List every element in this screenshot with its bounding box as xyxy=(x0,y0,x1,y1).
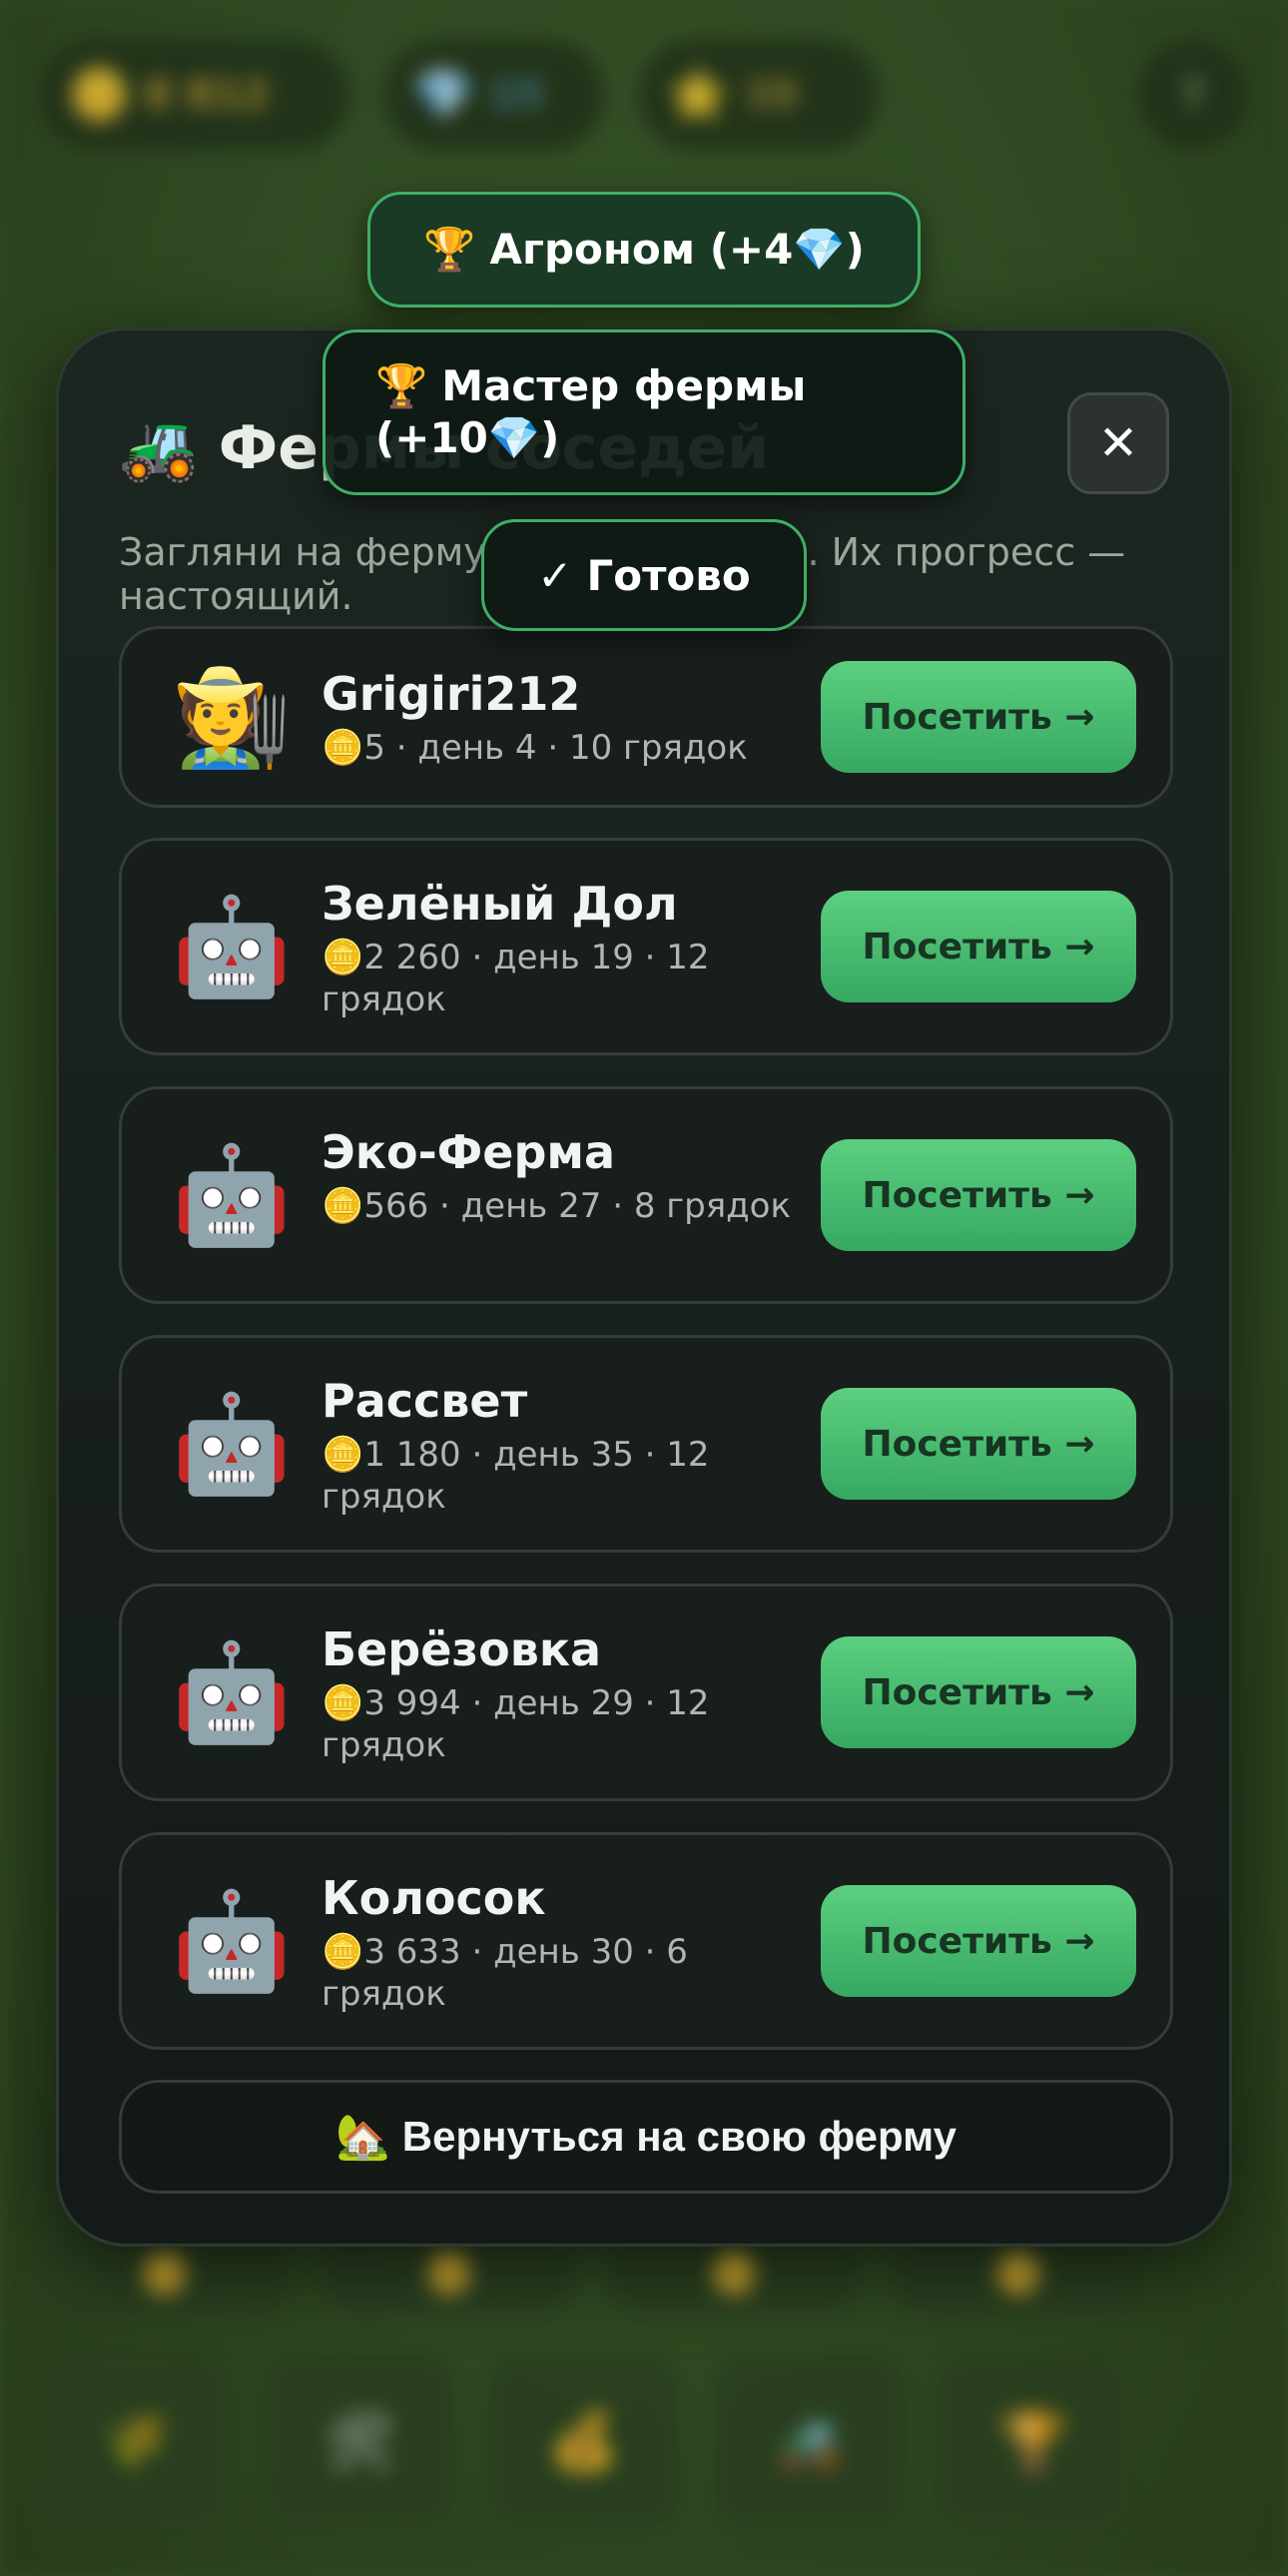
farm-name: Берёзовка xyxy=(322,1622,602,1676)
farm-card: 🤖 Колосок 🪙3 633 · день 30 · 6 грядок По… xyxy=(119,1832,1173,2050)
checkmark-icon: ✓ xyxy=(537,550,573,600)
close-button[interactable]: ✕ xyxy=(1067,392,1169,494)
robot-icon: 🤖 xyxy=(172,1636,292,1748)
visit-button[interactable]: Посетить → xyxy=(821,1636,1136,1748)
return-home-label: Вернуться на свою ферму xyxy=(401,2113,958,2160)
visit-button[interactable]: Посетить → xyxy=(821,661,1136,773)
robot-icon: 🤖 xyxy=(172,1139,292,1251)
farm-card: 🤖 Зелёный Дол 🪙2 260 · день 19 · 12 гряд… xyxy=(119,838,1173,1055)
farm-stats: 🪙3 633 · день 30 · 6 грядок xyxy=(322,1932,688,2014)
farmer-icon: 🧑‍🌾 xyxy=(172,661,292,773)
farm-info: Grigiri212 🪙5 · день 4 · 10 грядок xyxy=(322,667,801,769)
farm-stats: 🪙1 180 · день 35 · 12 грядок xyxy=(322,1435,710,1517)
visit-button[interactable]: Посетить → xyxy=(821,1885,1136,1997)
farm-card: 🤖 Рассвет 🪙1 180 · день 35 · 12 грядок П… xyxy=(119,1335,1173,1553)
trophy-icon: 🏆 xyxy=(375,361,428,410)
farm-info: Колосок 🪙3 633 · день 30 · 6 грядок xyxy=(322,1871,801,2015)
farm-name: Рассвет xyxy=(322,1374,528,1428)
farm-name: Grigiri212 xyxy=(322,667,581,721)
visit-button[interactable]: Посетить → xyxy=(821,1139,1136,1251)
close-icon: ✕ xyxy=(1097,415,1139,471)
trophy-icon: 🏆 xyxy=(423,225,476,274)
farm-info: Берёзовка 🪙3 994 · день 29 · 12 грядок xyxy=(322,1622,801,1766)
farm-stats: 🪙3 994 · день 29 · 12 грядок xyxy=(322,1683,710,1765)
farm-info: Рассвет 🪙1 180 · день 35 · 12 грядок xyxy=(322,1374,801,1518)
farm-info: Зелёный Дол 🪙2 260 · день 19 · 12 грядок xyxy=(322,877,801,1020)
done-toast: ✓ Готово xyxy=(481,519,807,631)
farm-card: 🤖 Эко-Ферма 🪙566 · день 27 · 8 грядок По… xyxy=(119,1086,1173,1304)
return-home-button[interactable]: 🏡 Вернуться на свою ферму xyxy=(119,2080,1173,2194)
farm-stats: 🪙5 · день 4 · 10 грядок xyxy=(322,728,748,768)
visit-button[interactable]: Посетить → xyxy=(821,891,1136,1002)
farm-name: Зелёный Дол xyxy=(322,877,678,931)
toast-text: Готово xyxy=(586,550,751,600)
farm-name: Колосок xyxy=(322,1871,546,1925)
toast-text: Мастер фермы (+10💎) xyxy=(375,361,807,462)
robot-icon: 🤖 xyxy=(172,891,292,1002)
house-icon: 🏡 xyxy=(334,2113,390,2162)
farm-stats: 🪙2 260 · день 19 · 12 грядок xyxy=(322,938,710,1019)
robot-icon: 🤖 xyxy=(172,1885,292,1997)
farm-info: Эко-Ферма 🪙566 · день 27 · 8 грядок xyxy=(322,1125,801,1227)
farm-card: 🧑‍🌾 Grigiri212 🪙5 · день 4 · 10 грядок П… xyxy=(119,626,1173,808)
visit-button[interactable]: Посетить → xyxy=(821,1388,1136,1500)
tractor-icon: 🚜 xyxy=(119,411,199,485)
farm-name: Эко-Ферма xyxy=(322,1125,616,1179)
farm-stats: 🪙566 · день 27 · 8 грядок xyxy=(322,1186,792,1226)
farm-card: 🤖 Берёзовка 🪙3 994 · день 29 · 12 грядок… xyxy=(119,1584,1173,1801)
robot-icon: 🤖 xyxy=(172,1388,292,1500)
toast-text: Агроном (+4💎) xyxy=(489,225,865,274)
achievement-toast: 🏆 Мастер фермы (+10💎) xyxy=(322,329,966,495)
toast-text-wrap: 🏆 Мастер фермы (+10💎) xyxy=(375,360,913,464)
achievement-toast: 🏆 Агроном (+4💎) xyxy=(367,192,921,308)
